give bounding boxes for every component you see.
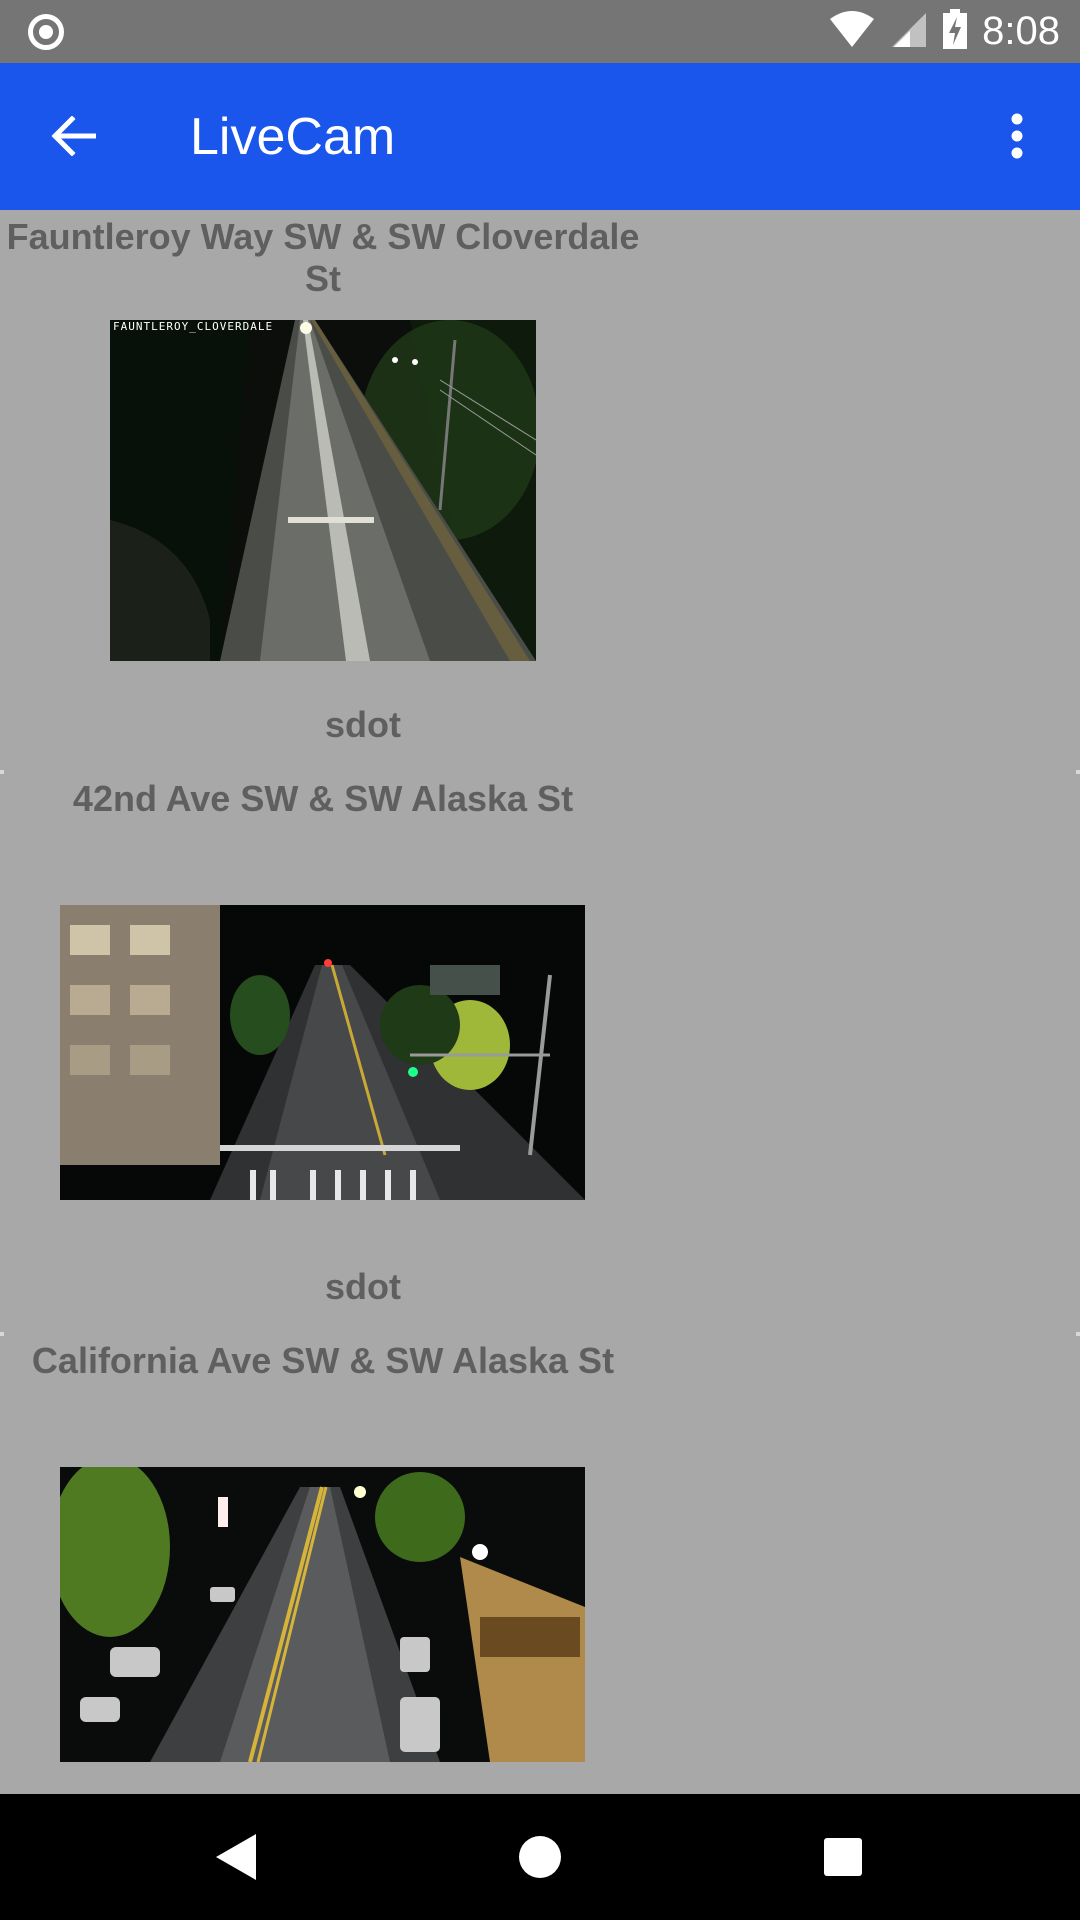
camera-title[interactable]: California Ave SW & SW Alaska St: [0, 1340, 646, 1382]
camera-source: sdot: [325, 704, 401, 745]
camera-image[interactable]: [60, 905, 585, 1200]
camera-overlay-label: FAUNTLEROY_CLOVERDALE: [113, 320, 274, 333]
home-circle-icon: [519, 1836, 561, 1878]
wifi-icon: [828, 9, 876, 54]
app-bar: LiveCam: [0, 63, 1080, 210]
more-vert-icon: [1011, 113, 1023, 159]
divider-tick: [0, 1332, 4, 1336]
arrow-back-icon: [51, 116, 96, 156]
divider-tick: [1076, 1332, 1080, 1336]
divider-tick: [1076, 770, 1080, 774]
camera-image[interactable]: [60, 1467, 585, 1762]
recents-square-icon: [824, 1838, 862, 1876]
nav-recents-button[interactable]: [810, 1824, 876, 1890]
status-bar: 8:08: [0, 0, 1080, 63]
navigation-bar: [0, 1794, 1080, 1920]
divider-tick: [0, 770, 4, 774]
camera-title[interactable]: Fauntleroy Way SW & SW Cloverdale St: [0, 216, 646, 300]
back-button[interactable]: [40, 103, 106, 169]
nav-home-button[interactable]: [507, 1824, 573, 1890]
status-time: 8:08: [982, 9, 1060, 53]
cast-icon: [28, 14, 64, 50]
battery-charging-icon: [942, 9, 968, 54]
app-title: LiveCam: [190, 108, 396, 166]
camera-title[interactable]: 42nd Ave SW & SW Alaska St: [0, 778, 646, 820]
back-triangle-icon: [216, 1834, 256, 1880]
overflow-menu-button[interactable]: [984, 103, 1050, 169]
signal-icon: [890, 9, 928, 54]
camera-list[interactable]: Fauntleroy Way SW & SW Cloverdale St FAU…: [0, 210, 1080, 1794]
camera-image[interactable]: FAUNTLEROY_CLOVERDALE: [110, 320, 536, 661]
camera-source: sdot: [325, 1266, 401, 1307]
nav-back-button[interactable]: [203, 1824, 269, 1890]
